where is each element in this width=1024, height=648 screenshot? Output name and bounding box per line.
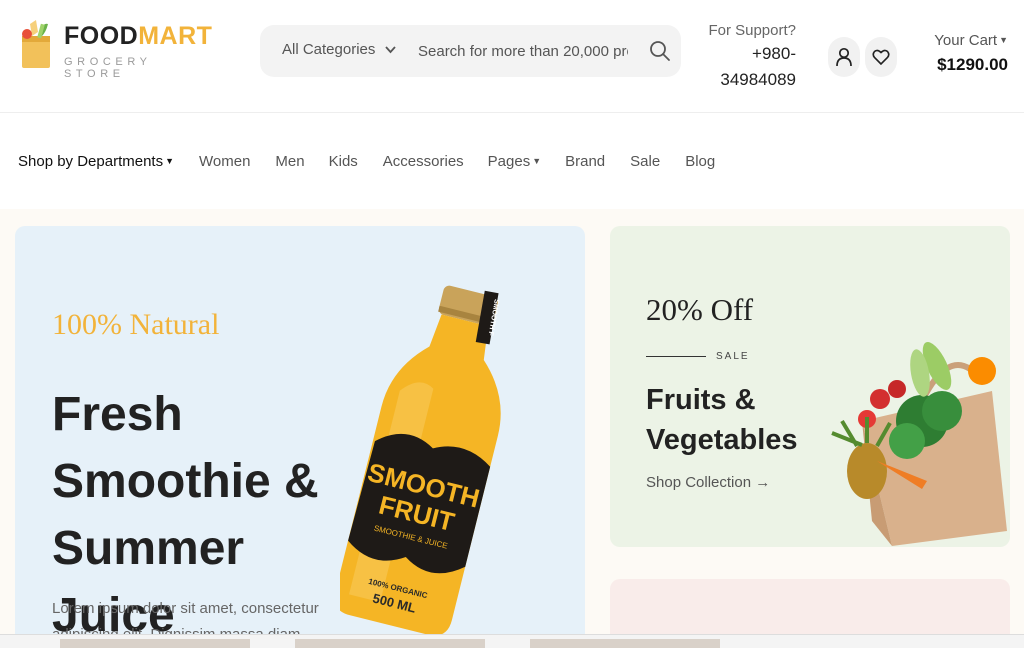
nav-link-pages[interactable]: Pages ▼ bbox=[488, 153, 541, 170]
support-phone-line1[interactable]: +980- bbox=[706, 42, 796, 65]
cart-label-text: Your Cart bbox=[934, 32, 998, 49]
site-logo[interactable]: FOODMART GROCERY STORE bbox=[16, 14, 212, 80]
thumbnail-strip bbox=[0, 634, 1024, 648]
search-input[interactable] bbox=[418, 37, 628, 65]
account-button[interactable] bbox=[828, 37, 860, 77]
site-header: FOODMART GROCERY STORE All Categories Fo… bbox=[0, 0, 1024, 113]
wishlist-button[interactable] bbox=[865, 37, 897, 77]
nav-link-women[interactable]: Women bbox=[199, 153, 250, 170]
promo-title: Fruits & Vegetables bbox=[646, 380, 826, 460]
nav-links: Women Men Kids Accessories Pages ▼ Brand … bbox=[199, 153, 715, 170]
caret-down-icon: ▼ bbox=[999, 35, 1008, 45]
page: FOODMART GROCERY STORE All Categories Fo… bbox=[0, 0, 1024, 648]
departments-menu[interactable]: Shop by Departments ▼ bbox=[18, 153, 174, 170]
nav-link-accessories[interactable]: Accessories bbox=[383, 153, 464, 170]
caret-down-icon: ▼ bbox=[532, 156, 542, 166]
nav-link-brand[interactable]: Brand bbox=[565, 153, 605, 170]
arrow-right-icon: → bbox=[755, 474, 771, 491]
grocery-bag-icon bbox=[22, 20, 50, 68]
caret-down-icon: ▼ bbox=[165, 156, 174, 166]
user-icon bbox=[836, 47, 852, 67]
heart-icon bbox=[872, 49, 890, 66]
nav-link-men[interactable]: Men bbox=[275, 153, 304, 170]
hero-title-line: Fresh bbox=[52, 388, 183, 441]
sale-tag: SALE bbox=[716, 351, 750, 362]
category-select[interactable]: All Categories bbox=[282, 41, 397, 58]
search-bar: All Categories bbox=[260, 25, 681, 77]
hero-title-line: Smoothie & bbox=[52, 455, 319, 508]
promo-banner-fruits: 20% Off SALE Fruits & Vegetables Shop Co… bbox=[610, 226, 1010, 547]
nav-link-kids[interactable]: Kids bbox=[329, 153, 358, 170]
smoothie-bottle-image: SMOOTH FRUIT SMOOTHIE & JUICE 100% ORGAN… bbox=[340, 285, 501, 636]
logo-tagline: GROCERY STORE bbox=[64, 56, 152, 80]
shop-collection-link[interactable]: Shop Collection → bbox=[646, 474, 770, 491]
thumbnail[interactable] bbox=[295, 639, 485, 648]
promo-discount: 20% Off bbox=[646, 292, 754, 327]
hero-banner: 100% Natural Fresh Smoothie & Summer Jui… bbox=[15, 226, 585, 648]
search-icon[interactable] bbox=[648, 39, 672, 63]
shop-collection-label: Shop Collection bbox=[646, 474, 752, 491]
nav-link-sale[interactable]: Sale bbox=[630, 153, 660, 170]
sale-divider bbox=[646, 356, 706, 357]
cart-total: $1290.00 bbox=[937, 55, 1008, 74]
thumbnail[interactable] bbox=[530, 639, 720, 648]
promo-title-line: Fruits & bbox=[646, 384, 756, 416]
hero-kicker: 100% Natural bbox=[52, 308, 220, 341]
support-phone-line2[interactable]: 34984089 bbox=[706, 68, 796, 91]
chevron-down-icon bbox=[385, 45, 397, 53]
category-select-label: All Categories bbox=[282, 41, 376, 58]
logo-word-mart: MART bbox=[138, 22, 213, 50]
support-contact: For Support? +980- 34984089 bbox=[706, 22, 796, 91]
thumbnail[interactable] bbox=[60, 639, 250, 648]
promo-title-line: Vegetables bbox=[646, 424, 798, 456]
logo-wordmark: FOODMART bbox=[64, 22, 212, 51]
departments-label: Shop by Departments bbox=[18, 153, 164, 170]
cart-widget[interactable]: Your Cart ▼ $1290.00 bbox=[924, 32, 1008, 75]
main-nav: Shop by Departments ▼ Women Men Kids Acce… bbox=[0, 113, 1024, 209]
nav-link-pages-label: Pages bbox=[487, 153, 531, 170]
support-label: For Support? bbox=[708, 22, 796, 39]
nav-link-blog[interactable]: Blog bbox=[685, 153, 715, 170]
logo-word-food: FOOD bbox=[64, 22, 139, 50]
cart-label: Your Cart ▼ bbox=[924, 32, 1008, 49]
vegetable-bag-image bbox=[831, 342, 1007, 546]
